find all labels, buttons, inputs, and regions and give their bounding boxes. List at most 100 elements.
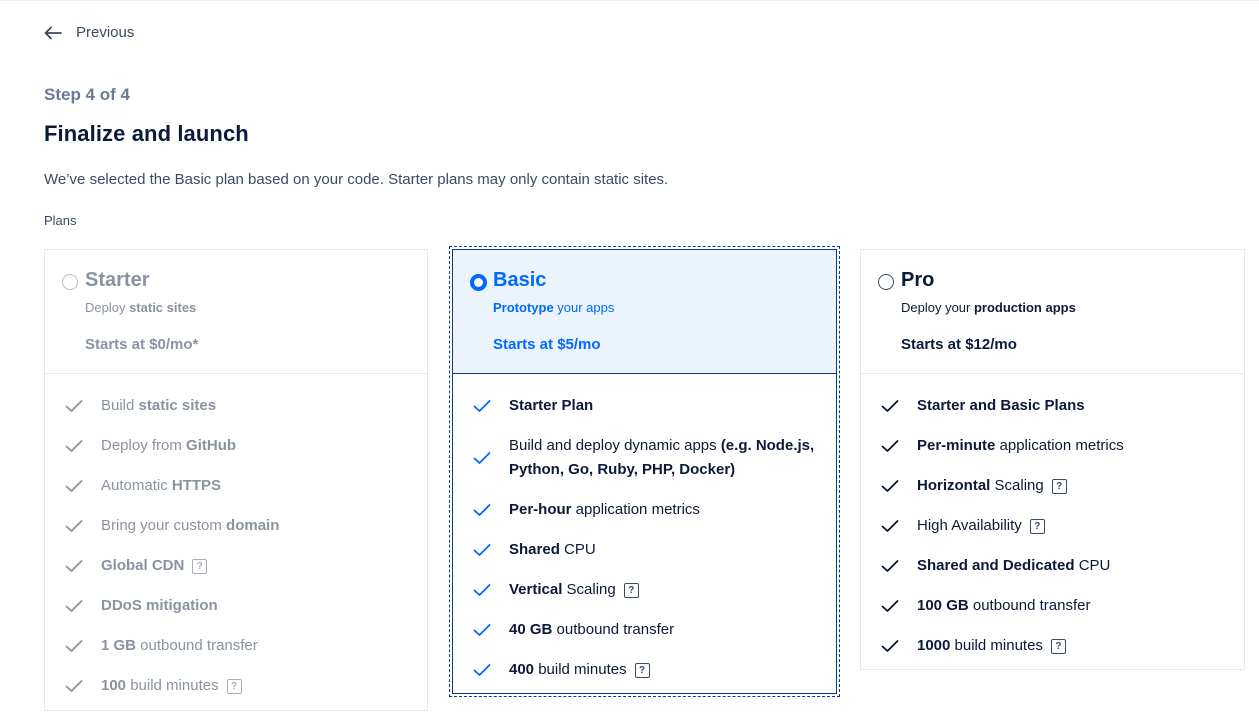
feature-text: Deploy from GitHub [101, 437, 237, 454]
plan-card-header: Pro Deploy your production apps Starts a… [861, 250, 1244, 374]
checkmark-icon [65, 400, 83, 412]
feature-text: Bring your custom domain [101, 517, 280, 534]
feature-text: 400 build minutes? [509, 658, 650, 682]
feature-text: Build static sites [101, 397, 217, 414]
plan-features: Starter and Basic Plans Per-minute applic… [861, 374, 1244, 670]
help-icon[interactable]: ? [623, 582, 639, 598]
page-title: Finalize and launch [44, 121, 249, 146]
plan-card-basic[interactable]: Basic Prototype your apps Starts at $5/m… [449, 246, 840, 697]
feature-item: Per-hour application metrics [453, 490, 836, 530]
feature-item: 1000 build minutes? [861, 626, 1244, 666]
checkmark-icon [65, 560, 83, 572]
checkmark-icon [65, 440, 83, 452]
feature-text: Starter and Basic Plans [917, 397, 1085, 414]
feature-item: 1 GB outbound transfer [45, 626, 427, 666]
plan-price: Starts at $12/mo [901, 336, 1017, 353]
help-icon[interactable]: ? [1051, 478, 1067, 494]
help-icon[interactable]: ? [1029, 518, 1045, 534]
feature-item: 100 build minutes? [45, 666, 427, 706]
feature-text: Global CDN? [101, 554, 208, 578]
checkmark-icon [881, 520, 899, 532]
plan-card-header: Starter Deploy static sites Starts at $0… [45, 250, 427, 374]
previous-link[interactable]: Previous [44, 24, 134, 41]
step-indicator: Step 4 of 4 [44, 85, 130, 104]
plan-name: Basic [493, 269, 547, 291]
feature-item: 400 build minutes? [453, 650, 836, 690]
feature-item: 40 GB outbound transfer [453, 610, 836, 650]
feature-item: DDoS mitigation [45, 586, 427, 626]
checkmark-icon [473, 400, 491, 412]
checkmark-icon [473, 544, 491, 556]
plans-label: Plans [44, 213, 77, 228]
checkmark-icon [473, 584, 491, 596]
top-divider [0, 0, 1259, 1]
checkmark-icon [881, 400, 899, 412]
feature-item: Starter and Basic Plans [861, 386, 1244, 426]
feature-item: Deploy from GitHub [45, 426, 427, 466]
feature-item: Build static sites [45, 386, 427, 426]
checkmark-icon [65, 520, 83, 532]
feature-item: Build and deploy dynamic apps (e.g. Node… [453, 426, 836, 490]
plan-radio-basic[interactable] [470, 274, 487, 291]
checkmark-icon [881, 640, 899, 652]
help-icon[interactable]: ? [192, 558, 208, 574]
feature-text: High Availability? [917, 514, 1045, 538]
plan-features: Build static sites Deploy from GitHub Auto… [45, 374, 427, 710]
feature-text: Automatic HTTPS [101, 477, 222, 494]
feature-text: 1000 build minutes? [917, 634, 1066, 658]
plan-card-starter[interactable]: Starter Deploy static sites Starts at $0… [44, 249, 428, 711]
plan-radio-starter[interactable] [62, 274, 78, 290]
feature-text: Vertical Scaling? [509, 578, 639, 602]
feature-item: Starter Plan [453, 386, 836, 426]
checkmark-icon [881, 600, 899, 612]
help-icon[interactable]: ? [1050, 638, 1066, 654]
plan-price: Starts at $0/mo* [85, 336, 199, 353]
checkmark-icon [473, 504, 491, 516]
feature-item: 100 GB outbound transfer [861, 586, 1244, 626]
feature-item: Vertical Scaling? [453, 570, 836, 610]
feature-item: Global CDN? [45, 546, 427, 586]
checkmark-icon [881, 480, 899, 492]
plan-tagline: Deploy your production apps [901, 300, 1076, 315]
feature-text: Per-minute application metrics [917, 437, 1124, 454]
checkmark-icon [473, 452, 491, 464]
help-icon[interactable]: ? [226, 678, 242, 694]
page-description: We’ve selected the Basic plan based on y… [44, 171, 669, 188]
help-icon[interactable]: ? [634, 662, 650, 678]
feature-text: Shared and Dedicated CPU [917, 557, 1111, 574]
feature-text: Shared CPU [509, 541, 596, 558]
feature-text: Per-hour application metrics [509, 501, 700, 518]
feature-item: Automatic HTTPS [45, 466, 427, 506]
checkmark-icon [473, 664, 491, 676]
plan-tagline: Prototype your apps [493, 300, 615, 315]
checkmark-icon [65, 640, 83, 652]
feature-text: 40 GB outbound transfer [509, 621, 675, 638]
feature-text: Horizontal Scaling? [917, 474, 1067, 498]
plan-tagline: Deploy static sites [85, 300, 197, 315]
plan-card-pro[interactable]: Pro Deploy your production apps Starts a… [860, 249, 1245, 670]
feature-text: 100 GB outbound transfer [917, 597, 1091, 614]
feature-item: Shared and Dedicated CPU [861, 546, 1244, 586]
feature-text: Starter Plan [509, 397, 594, 414]
feature-item: Horizontal Scaling? [861, 466, 1244, 506]
feature-item: High Availability? [861, 506, 1244, 546]
previous-label: Previous [76, 24, 135, 41]
checkmark-icon [65, 680, 83, 692]
checkmark-icon [881, 440, 899, 452]
checkmark-icon [881, 560, 899, 572]
plan-price: Starts at $5/mo [493, 336, 601, 353]
arrow-left-icon [44, 26, 62, 39]
feature-item: Shared CPU [453, 530, 836, 570]
feature-text: 100 build minutes? [101, 674, 242, 698]
feature-text: DDoS mitigation [101, 597, 218, 614]
plan-features: Starter Plan Build and deploy dynamic app… [453, 374, 836, 694]
plan-name: Pro [901, 269, 935, 291]
feature-text: Build and deploy dynamic apps (e.g. Node… [509, 437, 815, 478]
plan-name: Starter [85, 269, 150, 291]
checkmark-icon [473, 624, 491, 636]
feature-item: Per-minute application metrics [861, 426, 1244, 466]
feature-item: Bring your custom domain [45, 506, 427, 546]
plan-card-header: Basic Prototype your apps Starts at $5/m… [453, 250, 836, 374]
checkmark-icon [65, 600, 83, 612]
plan-radio-pro[interactable] [878, 274, 894, 290]
